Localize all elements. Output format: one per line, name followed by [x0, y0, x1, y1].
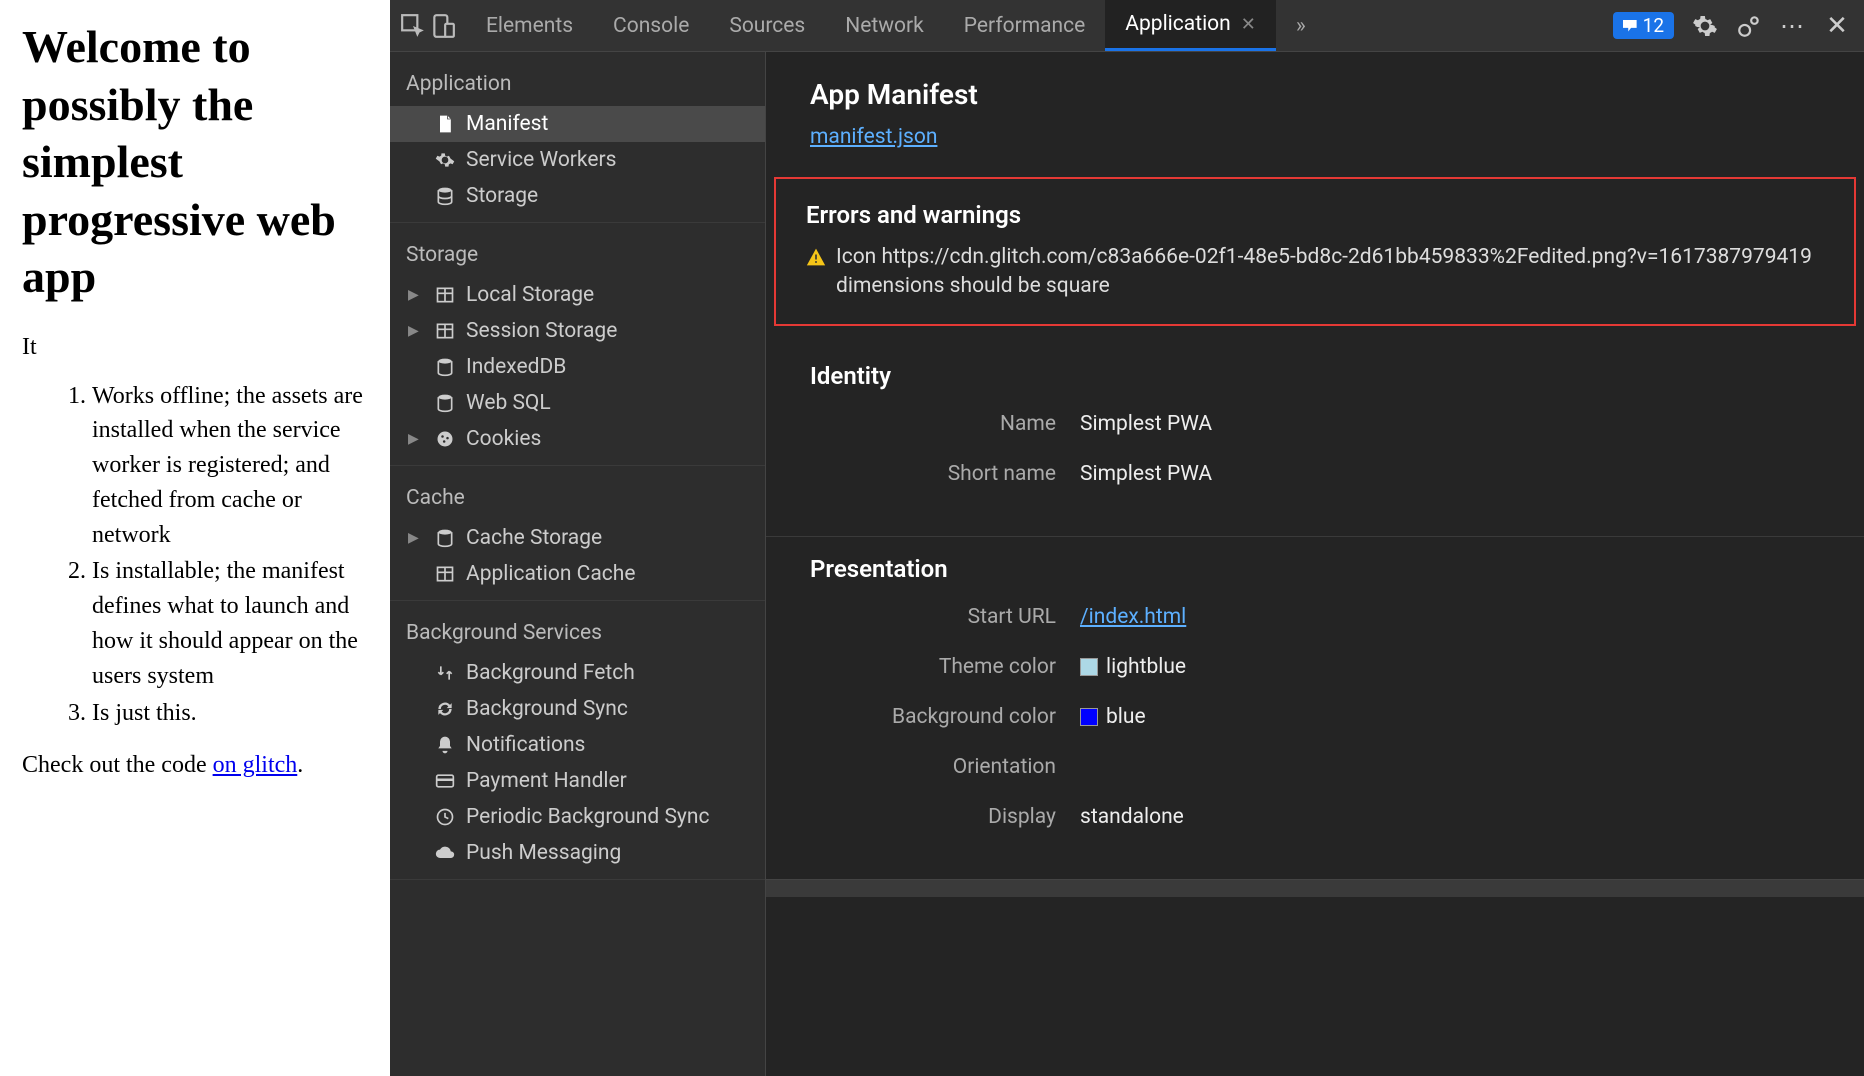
- manifest-link[interactable]: manifest.json: [810, 125, 937, 149]
- webpage-content: Welcome to possibly the simplest progres…: [0, 0, 390, 1076]
- sidebar-item-periodic-sync[interactable]: Periodic Background Sync: [390, 799, 765, 835]
- horizontal-scrollbar[interactable]: [766, 879, 1864, 897]
- presentation-title: Presentation: [810, 555, 1820, 583]
- orientation-label: Orientation: [810, 755, 1080, 779]
- sidebar-item-local-storage[interactable]: ▶ Local Storage: [390, 277, 765, 313]
- tab-more[interactable]: »: [1276, 0, 1326, 51]
- table-icon: [434, 563, 456, 585]
- list-item: Is just this.: [92, 696, 368, 731]
- sidebar-header-cache: Cache: [390, 474, 765, 520]
- sidebar-item-indexeddb[interactable]: IndexedDB: [390, 349, 765, 385]
- sidebar-item-background-fetch[interactable]: Background Fetch: [390, 655, 765, 691]
- detail-title: App Manifest: [810, 78, 1820, 111]
- tab-elements[interactable]: Elements: [466, 0, 593, 51]
- cookie-icon: [434, 428, 456, 450]
- chevron-right-icon[interactable]: ▶: [408, 431, 419, 447]
- theme-color-label: Theme color: [810, 655, 1080, 679]
- bg-color-label: Background color: [810, 705, 1080, 729]
- sidebar-item-service-workers[interactable]: Service Workers: [390, 142, 765, 178]
- credit-card-icon: [434, 770, 456, 792]
- table-icon: [434, 320, 456, 342]
- sidebar-item-session-storage[interactable]: ▶ Session Storage: [390, 313, 765, 349]
- tab-sources[interactable]: Sources: [709, 0, 825, 51]
- errors-warnings-box: Errors and warnings Icon https://cdn.gli…: [774, 177, 1856, 326]
- database-icon: [434, 356, 456, 378]
- glitch-link[interactable]: on glitch: [213, 752, 298, 778]
- start-url-label: Start URL: [810, 605, 1080, 629]
- short-name-value: Simplest PWA: [1080, 462, 1212, 486]
- intro-text: It: [22, 334, 368, 361]
- start-url-link[interactable]: /index.html: [1080, 605, 1186, 629]
- whats-new-icon[interactable]: [1736, 13, 1762, 39]
- close-icon[interactable]: ✕: [1241, 14, 1256, 35]
- warning-icon: [806, 247, 826, 276]
- footer-text: Check out the code on glitch.: [22, 752, 368, 779]
- sidebar-item-payment-handler[interactable]: Payment Handler: [390, 763, 765, 799]
- sidebar-item-notifications[interactable]: Notifications: [390, 727, 765, 763]
- bg-color-swatch: [1080, 708, 1098, 726]
- bg-color-value: blue: [1106, 705, 1146, 729]
- theme-color-value: lightblue: [1106, 655, 1186, 679]
- sidebar-header-background: Background Services: [390, 609, 765, 655]
- kebab-menu-icon[interactable]: ⋯: [1780, 13, 1806, 39]
- gear-icon: [434, 149, 456, 171]
- sidebar-item-web-sql[interactable]: Web SQL: [390, 385, 765, 421]
- sidebar-item-cache-storage[interactable]: ▶ Cache Storage: [390, 520, 765, 556]
- clock-icon: [434, 806, 456, 828]
- tab-performance[interactable]: Performance: [944, 0, 1105, 51]
- display-value: standalone: [1080, 805, 1184, 829]
- close-devtools-icon[interactable]: ✕: [1824, 13, 1850, 39]
- sidebar-item-manifest[interactable]: Manifest: [390, 106, 765, 142]
- name-label: Name: [810, 412, 1080, 436]
- tab-application[interactable]: Application ✕: [1105, 0, 1276, 51]
- theme-color-swatch: [1080, 658, 1098, 676]
- cloud-icon: [434, 842, 456, 864]
- database-icon: [434, 392, 456, 414]
- errors-title: Errors and warnings: [806, 201, 1824, 229]
- chevron-right-icon[interactable]: ▶: [408, 323, 419, 339]
- sidebar-item-push-messaging[interactable]: Push Messaging: [390, 835, 765, 871]
- sync-icon: [434, 698, 456, 720]
- list-item: Works offline; the assets are installed …: [92, 379, 368, 553]
- sidebar-item-cookies[interactable]: ▶ Cookies: [390, 421, 765, 457]
- sidebar-item-background-sync[interactable]: Background Sync: [390, 691, 765, 727]
- manifest-detail-pane: App Manifest manifest.json Errors and wa…: [766, 52, 1864, 1076]
- sidebar-item-application-cache[interactable]: Application Cache: [390, 556, 765, 592]
- gear-icon[interactable]: [1692, 13, 1718, 39]
- sidebar-header-storage: Storage: [390, 231, 765, 277]
- issues-badge[interactable]: 12: [1613, 12, 1674, 39]
- device-toggle-icon[interactable]: [430, 13, 456, 39]
- bell-icon: [434, 734, 456, 756]
- database-icon: [434, 527, 456, 549]
- short-name-label: Short name: [810, 462, 1080, 486]
- table-icon: [434, 284, 456, 306]
- database-icon: [434, 185, 456, 207]
- display-label: Display: [810, 805, 1080, 829]
- application-sidebar[interactable]: Application Manifest Service Workers Sto…: [390, 52, 766, 1076]
- fetch-icon: [434, 662, 456, 684]
- file-icon: [434, 113, 456, 135]
- list-item: Is installable; the manifest defines wha…: [92, 554, 368, 693]
- inspect-element-icon[interactable]: [400, 13, 426, 39]
- chevron-right-icon[interactable]: ▶: [408, 287, 419, 303]
- devtools-panel: Elements Console Sources Network Perform…: [390, 0, 1864, 1076]
- tab-network[interactable]: Network: [825, 0, 944, 51]
- warning-item: Icon https://cdn.glitch.com/c83a666e-02f…: [806, 243, 1824, 302]
- chevron-right-icon[interactable]: ▶: [408, 530, 419, 546]
- page-heading: Welcome to possibly the simplest progres…: [22, 18, 368, 306]
- identity-section: Identity Name Simplest PWA Short name Si…: [766, 344, 1864, 537]
- feature-list: Works offline; the assets are installed …: [22, 379, 368, 731]
- presentation-section: Presentation Start URL /index.html Theme…: [766, 537, 1864, 879]
- devtools-tabs-bar: Elements Console Sources Network Perform…: [390, 0, 1864, 52]
- sidebar-header-application: Application: [390, 60, 765, 106]
- name-value: Simplest PWA: [1080, 412, 1212, 436]
- sidebar-item-storage[interactable]: Storage: [390, 178, 765, 214]
- identity-title: Identity: [810, 362, 1820, 390]
- tab-console[interactable]: Console: [593, 0, 709, 51]
